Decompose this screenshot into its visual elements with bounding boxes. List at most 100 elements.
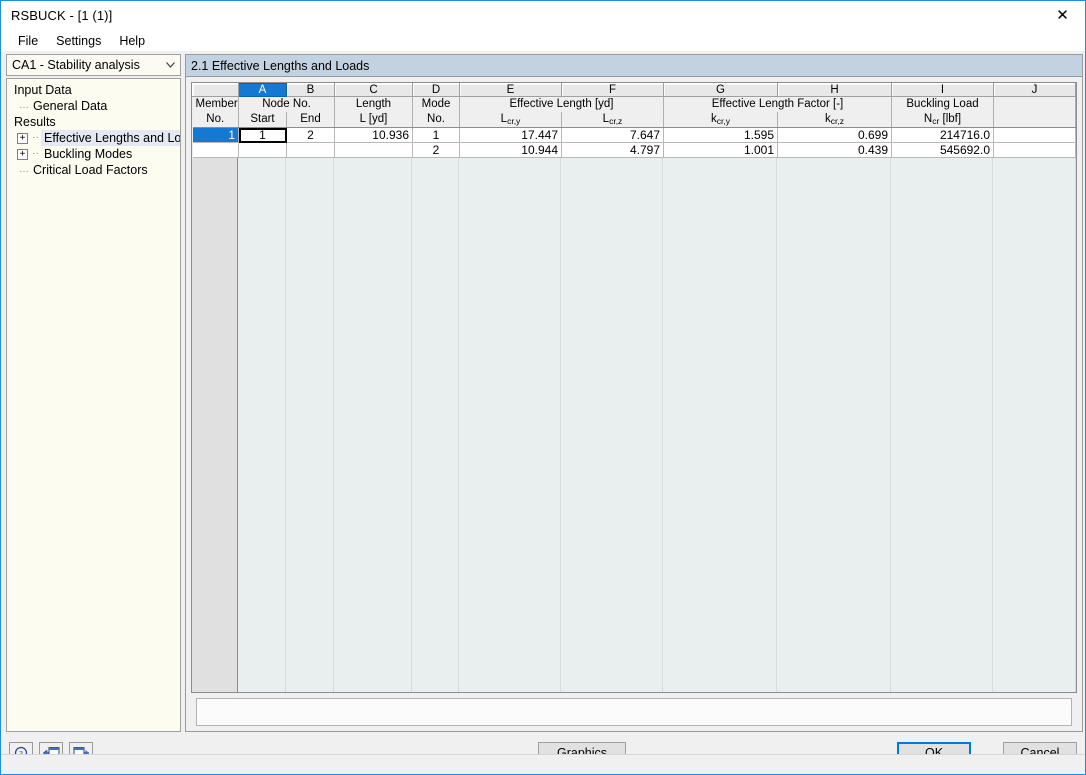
grid-status-strip (196, 698, 1072, 726)
column-header-e[interactable]: E (459, 83, 562, 97)
table-row[interactable]: 1 1 2 10.936 1 17.447 7.647 1.595 0.699 … (192, 127, 1076, 143)
sub-header-end: End (286, 111, 335, 128)
results-grid[interactable]: A B C D E F G H I J Member Node No. Leng… (191, 82, 1077, 693)
cell-start-node[interactable] (238, 142, 287, 158)
cell-mode-no[interactable]: 2 (412, 142, 460, 158)
tree-item-label: Effective Lengths and Loads (41, 130, 180, 146)
cell-end-node[interactable] (286, 142, 335, 158)
tree-leaf-icon: … (19, 100, 29, 111)
expand-plus-icon[interactable]: + (17, 148, 28, 160)
column-header-c[interactable]: C (334, 83, 413, 97)
cell-lcry[interactable]: 10.944 (459, 142, 562, 158)
cell-kcry[interactable]: 1.595 (663, 127, 778, 143)
expand-plus-icon[interactable]: + (17, 132, 28, 144)
column-header-j[interactable]: J (993, 83, 1076, 97)
menu-item-help[interactable]: Help (110, 32, 154, 50)
fill-col-a (238, 158, 286, 692)
column-header-d[interactable]: D (412, 83, 460, 97)
fill-col-h (777, 158, 891, 692)
cell-kcrz[interactable]: 0.699 (777, 127, 892, 143)
tree-leaf-icon: … (19, 164, 29, 175)
cell-lcrz[interactable]: 4.797 (561, 142, 664, 158)
tree-item-critical-load-factors[interactable]: … Critical Load Factors (7, 162, 180, 178)
analysis-case-value: CA1 - Stability analysis (12, 58, 140, 72)
title-bar: RSBUCK - [1 (1)] ✕ (1, 1, 1085, 30)
sub-header-start: Start (238, 111, 287, 128)
navigation-tree[interactable]: Input Data … General Data Results + ·· E… (6, 78, 181, 732)
tree-item-buckling-modes[interactable]: + ·· Buckling Modes (7, 146, 180, 162)
sidebar: CA1 - Stability analysis Input Data … Ge… (6, 54, 181, 732)
cell-lcry[interactable]: 17.447 (459, 127, 562, 143)
fill-col-g (663, 158, 777, 692)
group-header-member: Member (192, 96, 239, 112)
column-header-a[interactable]: A (238, 83, 287, 97)
analysis-case-dropdown[interactable]: CA1 - Stability analysis (6, 54, 181, 76)
fill-row-header (192, 158, 238, 692)
tree-item-results[interactable]: Results (7, 114, 180, 130)
chevron-down-icon[interactable] (160, 62, 180, 68)
cell-mode-no[interactable]: 1 (412, 127, 460, 143)
group-header-buckling-load: Buckling Load (891, 96, 994, 112)
menu-item-file[interactable]: File (9, 32, 47, 50)
sub-header-lcry: Lcr,y (459, 111, 562, 128)
cell-end-node[interactable]: 2 (286, 127, 335, 143)
fill-col-i (891, 158, 993, 692)
close-icon[interactable]: ✕ (1040, 1, 1085, 30)
sub-header-empty (993, 111, 1076, 128)
tree-item-label: Critical Load Factors (33, 163, 148, 177)
cell-ncr[interactable]: 214716.0 (891, 127, 994, 143)
group-header-effective-length: Effective Length [yd] (459, 96, 664, 112)
sub-header-length-l: L [yd] (334, 111, 413, 128)
group-header-effective-length-factor: Effective Length Factor [-] (663, 96, 892, 112)
tree-item-general-data[interactable]: … General Data (7, 98, 180, 114)
fill-col-e (459, 158, 561, 692)
group-header-length: Length (334, 96, 413, 112)
cell-empty-j[interactable] (993, 127, 1076, 143)
grid-container: A B C D E F G H I J Member Node No. Leng… (186, 77, 1082, 731)
cell-length[interactable]: 10.936 (334, 127, 413, 143)
cell-empty-j[interactable] (993, 142, 1076, 158)
menu-item-settings[interactable]: Settings (47, 32, 110, 50)
application-window: RSBUCK - [1 (1)] ✕ File Settings Help CA… (0, 0, 1086, 775)
fill-col-j (993, 158, 1076, 692)
results-table: A B C D E F G H I J Member Node No. Leng… (192, 83, 1076, 158)
tree-item-label: General Data (33, 99, 108, 113)
sub-header-lcrz: Lcr,z (561, 111, 664, 128)
column-header-g[interactable]: G (663, 83, 778, 97)
cell-lcrz[interactable]: 7.647 (561, 127, 664, 143)
grid-empty-area[interactable] (192, 158, 1076, 692)
cell-start-node[interactable]: 1 (238, 127, 287, 143)
corner-cell (192, 83, 239, 97)
row-header[interactable] (192, 142, 239, 158)
group-header-row: Member Node No. Length Mode Effective Le… (192, 96, 1076, 112)
results-panel: 2.1 Effective Lengths and Loads A B C D … (185, 54, 1083, 732)
cell-kcry[interactable]: 1.001 (663, 142, 778, 158)
main-body: CA1 - Stability analysis Input Data … Ge… (1, 51, 1085, 732)
fill-col-d (412, 158, 459, 692)
sub-header-ncr: Ncr [lbf] (891, 111, 994, 128)
table-row[interactable]: 2 10.944 4.797 1.001 0.439 545692.0 (192, 142, 1076, 158)
column-header-b[interactable]: B (286, 83, 335, 97)
cell-length[interactable] (334, 142, 413, 158)
sub-header-mode-no: No. (412, 111, 460, 128)
tree-connector-icon: ·· (32, 148, 39, 159)
panel-title: 2.1 Effective Lengths and Loads (186, 55, 1082, 77)
sub-header-kcrz: kcr,z (777, 111, 892, 128)
tree-item-label: Input Data (14, 83, 72, 97)
sub-header-row: No. Start End L [yd] No. Lcr,y Lcr,z kcr… (192, 111, 1076, 128)
window-title: RSBUCK - [1 (1)] (11, 8, 113, 23)
column-header-i[interactable]: I (891, 83, 994, 97)
column-letter-row: A B C D E F G H I J (192, 83, 1076, 97)
sub-header-kcry: kcr,y (663, 111, 778, 128)
tree-item-effective-lengths-and-loads[interactable]: + ·· Effective Lengths and Loads (7, 130, 180, 146)
column-header-h[interactable]: H (777, 83, 892, 97)
group-header-node-no: Node No. (238, 96, 335, 112)
tree-item-input-data[interactable]: Input Data (7, 82, 180, 98)
row-header[interactable]: 1 (192, 127, 239, 143)
sub-header-member-no: No. (192, 111, 239, 128)
fill-col-f (561, 158, 663, 692)
column-header-f[interactable]: F (561, 83, 664, 97)
cell-kcrz[interactable]: 0.439 (777, 142, 892, 158)
tree-connector-icon: ·· (32, 132, 39, 143)
cell-ncr[interactable]: 545692.0 (891, 142, 994, 158)
